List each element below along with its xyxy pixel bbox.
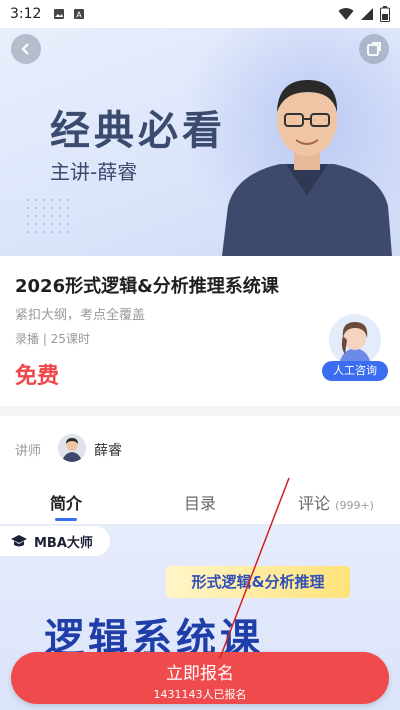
- tab-intro-label: 简介: [49, 494, 82, 513]
- course-price: 免费: [15, 364, 60, 389]
- tab-intro[interactable]: 简介: [21, 490, 111, 514]
- back-icon: [21, 43, 29, 55]
- teacher-avatar: [58, 434, 86, 462]
- consultant-avatar: [329, 314, 381, 366]
- tab-comments[interactable]: 评论 (999+): [290, 490, 382, 514]
- course-info: 2026形式逻辑&分析推理系统课 紧扣大纲，考点全覆盖 录播 | 25课时 免费…: [0, 256, 400, 406]
- tab-comments-count: (999+): [335, 499, 374, 512]
- wifi-icon: [338, 8, 354, 20]
- banner-subtitle: 主讲-薛睿: [50, 160, 138, 184]
- signup-count: 1431143人已报名: [153, 688, 247, 701]
- teacher-row[interactable]: 讲师 薛睿: [0, 416, 400, 478]
- brand-name: MBA大师: [34, 535, 93, 551]
- teacher-name: 薛睿: [94, 443, 122, 459]
- teacher-label: 讲师: [15, 444, 42, 459]
- teacher-photo: [222, 80, 392, 256]
- brand-badge: MBA大师: [0, 526, 110, 556]
- active-tab-indicator: [55, 518, 77, 521]
- share-icon: [367, 42, 381, 56]
- banner-dots: [24, 196, 72, 236]
- status-bar: 3:12 A: [0, 0, 400, 28]
- graduation-cap-icon: [11, 535, 27, 547]
- back-button[interactable]: [11, 34, 41, 64]
- consult-label: 人工咨询: [322, 361, 388, 381]
- tab-catalog-label: 目录: [183, 494, 216, 513]
- signal-icon: [361, 8, 373, 20]
- section-divider: [0, 406, 400, 416]
- consult-button[interactable]: 人工咨询: [322, 314, 388, 384]
- image-icon: [54, 9, 65, 19]
- a-icon: A: [74, 9, 85, 20]
- signup-button[interactable]: 立即报名 1431143人已报名: [11, 652, 389, 704]
- signup-label: 立即报名: [166, 664, 234, 684]
- svg-text:A: A: [77, 11, 83, 20]
- share-button[interactable]: [359, 34, 389, 64]
- battery-icon: [380, 6, 390, 22]
- tab-bar: 简介 目录 评论 (999+): [0, 478, 400, 524]
- tab-catalog[interactable]: 目录: [155, 490, 245, 514]
- promo-tag: 形式逻辑&分析推理: [166, 566, 350, 598]
- banner-title: 经典必看: [50, 108, 226, 154]
- course-banner: 经典必看 主讲-薛睿: [0, 28, 400, 256]
- course-title: 2026形式逻辑&分析推理系统课: [15, 276, 279, 297]
- status-time: 3:12: [10, 6, 42, 22]
- course-tagline: 紧扣大纲，考点全覆盖: [15, 308, 146, 323]
- course-meta: 录播 | 25课时: [15, 332, 90, 346]
- tab-comments-label: 评论: [298, 494, 331, 513]
